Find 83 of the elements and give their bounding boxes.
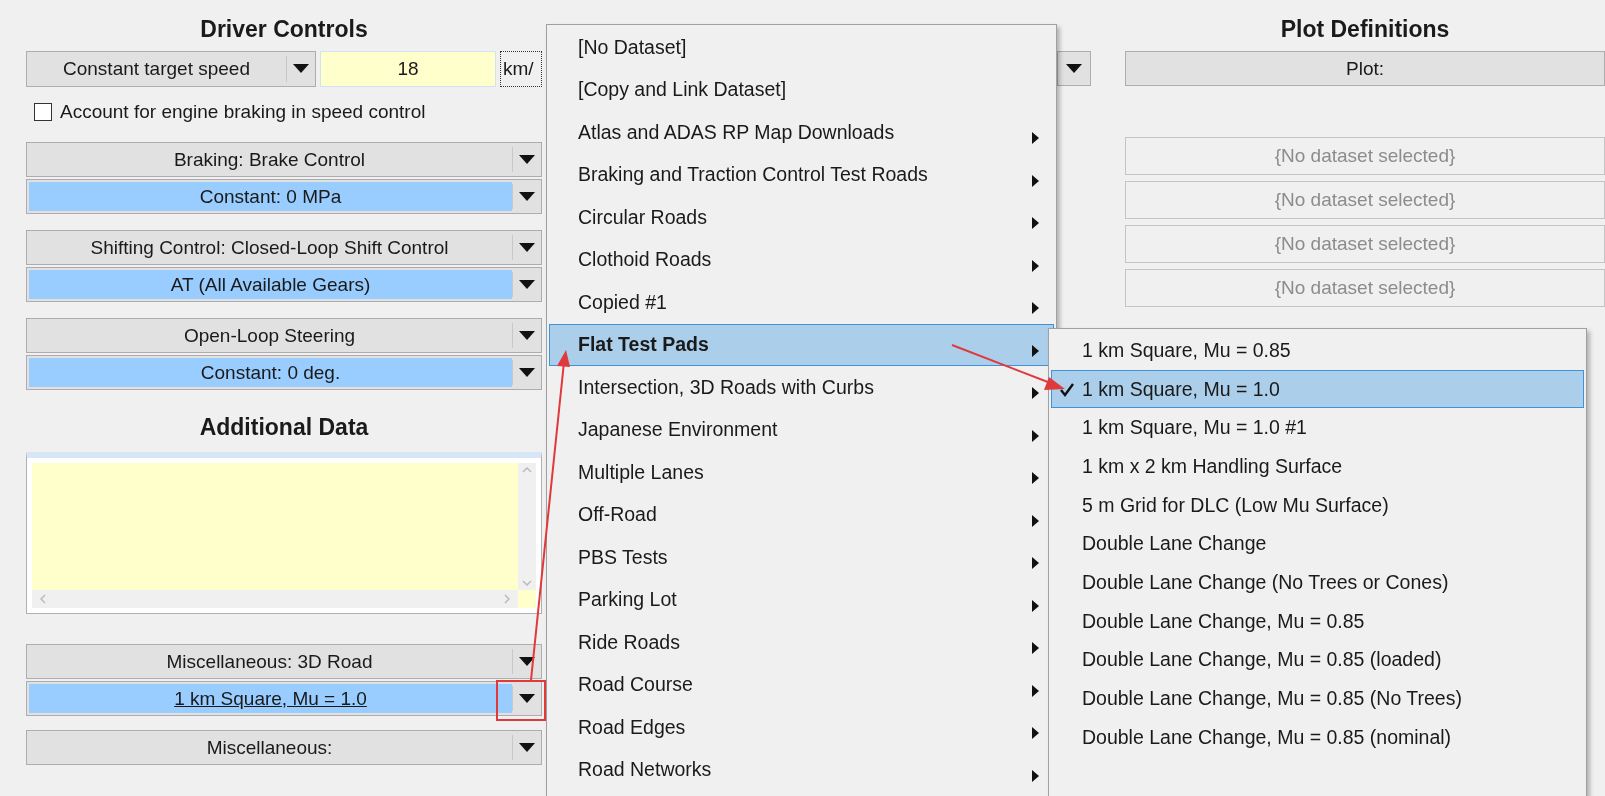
- submenu-arrow-icon: [1032, 217, 1039, 230]
- checkbox[interactable]: [34, 103, 52, 121]
- menu-item[interactable]: Parking Lot: [549, 578, 1054, 621]
- menu-item[interactable]: PBS Tests: [549, 536, 1054, 579]
- menu-item[interactable]: Clothoid Roads: [549, 238, 1054, 281]
- vertical-scrollbar[interactable]: [518, 463, 536, 590]
- submenu-arrow-icon: [1032, 684, 1039, 697]
- menu-item[interactable]: [No Dataset]: [549, 26, 1054, 69]
- menu-item[interactable]: Atlas and ADAS RP Map Downloads: [549, 111, 1054, 154]
- menu-item[interactable]: Flat Test Pads: [549, 323, 1054, 366]
- caret-icon: [519, 242, 535, 253]
- menu-item[interactable]: Copied #1: [549, 281, 1054, 324]
- menu-item[interactable]: Japanese Environment: [549, 408, 1054, 451]
- notes-textarea[interactable]: [26, 452, 542, 614]
- submenu-arrow-icon: [1032, 132, 1039, 145]
- caret-icon: [519, 191, 535, 202]
- mode-dropdown[interactable]: Constant target speed: [26, 51, 316, 87]
- dataset-dropdown[interactable]: 1 km Square, Mu = 1.0: [26, 681, 542, 716]
- submenu-arrow-icon: [1032, 429, 1039, 442]
- horizontal-scrollbar[interactable]: [32, 590, 518, 608]
- menu-item[interactable]: 5 m Grid for DLC (Low Mu Surface): [1051, 485, 1584, 525]
- dataset-dropdown[interactable]: Constant: 0 deg.: [26, 355, 542, 390]
- menu-item[interactable]: Ride Roads: [549, 621, 1054, 664]
- menu-item[interactable]: 1 km x 2 km Handling Surface: [1051, 447, 1584, 486]
- caret-icon: [519, 367, 535, 378]
- menu-item[interactable]: Road Networks: [549, 748, 1054, 791]
- submenu-arrow-icon: [1032, 472, 1039, 485]
- scroll-right-icon[interactable]: [504, 594, 510, 604]
- menu-item[interactable]: Road Edges: [549, 706, 1054, 749]
- menu-item[interactable]: 1 km Square, Mu = 1.0 #1: [1051, 408, 1584, 448]
- dropdown-button[interactable]: [1057, 51, 1091, 86]
- submenu-arrow-icon: [1032, 769, 1039, 782]
- category-dropdown[interactable]: Shifting Control: Closed-Loop Shift Control: [26, 230, 542, 265]
- caret-icon: [519, 279, 535, 290]
- dataset-dropdown[interactable]: Constant: 0 MPa: [26, 179, 542, 214]
- caret-icon: [293, 64, 309, 74]
- checkbox-label: Account for engine braking in speed control: [60, 101, 426, 123]
- submenu-arrow-icon: [1032, 259, 1039, 272]
- caret-icon: [519, 154, 535, 165]
- menu-item[interactable]: 1 km Square, Mu = 0.85: [1051, 331, 1584, 370]
- menu-item[interactable]: 1 km Square, Mu = 1.0: [1051, 369, 1584, 409]
- scroll-left-icon[interactable]: [40, 594, 46, 604]
- menu-item[interactable]: Road Course: [549, 663, 1054, 706]
- menu-item[interactable]: Double Lane Change, Mu = 0.85: [1051, 601, 1584, 641]
- plot-dropdown[interactable]: Plot:: [1125, 51, 1605, 86]
- submenu-arrow-icon: [1032, 344, 1039, 357]
- menu-item[interactable]: Double Lane Change (No Trees or Cones): [1051, 563, 1584, 602]
- menu-item[interactable]: Double Lane Change, Mu = 0.85 (nominal): [1051, 717, 1584, 757]
- caret-icon: [519, 693, 535, 704]
- submenu-arrow-icon: [1032, 514, 1039, 527]
- menu-item[interactable]: [Copy and Link Dataset]: [549, 68, 1054, 111]
- submenu-arrow-icon: [1032, 599, 1039, 612]
- menu-item[interactable]: Double Lane Change, Mu = 0.85 (loaded): [1051, 640, 1584, 680]
- menu-item[interactable]: Off-Road: [549, 493, 1054, 536]
- dataset-dropdown[interactable]: AT (All Available Gears): [26, 267, 542, 302]
- category-dropdown[interactable]: Miscellaneous:: [26, 730, 542, 765]
- caret-icon: [1066, 63, 1082, 74]
- scroll-down-icon[interactable]: [522, 580, 532, 586]
- menu-item[interactable]: Braking and Traction Control Test Roads: [549, 153, 1054, 196]
- caret-icon: [519, 742, 535, 753]
- category-dropdown[interactable]: Miscellaneous: 3D Road: [26, 644, 542, 679]
- section-title: Driver Controls: [200, 15, 368, 44]
- caret-icon: [519, 330, 535, 341]
- menu-item[interactable]: Double Lane Change, Mu = 0.85 (No Trees): [1051, 679, 1584, 718]
- submenu-arrow-icon: [1032, 642, 1039, 655]
- highlight-frame: [496, 680, 546, 721]
- category-dropdown[interactable]: Braking: Brake Control: [26, 142, 542, 177]
- menu-item[interactable]: Circular Roads: [549, 196, 1054, 239]
- submenu-arrow-icon: [1032, 387, 1039, 400]
- submenu-arrow-icon: [1032, 302, 1039, 315]
- section-title: Plot Definitions: [1280, 15, 1450, 44]
- submenu-arrow-icon: [1032, 727, 1039, 740]
- scroll-up-icon[interactable]: [522, 467, 532, 473]
- caret-icon: [519, 656, 535, 667]
- menu-item[interactable]: Multiple Lanes: [549, 451, 1054, 494]
- menu-item[interactable]: Intersection, 3D Roads with Curbs: [549, 366, 1054, 409]
- unit-button[interactable]: km/: [500, 51, 542, 87]
- submenu-arrow-icon: [1032, 557, 1039, 570]
- menu-item[interactable]: Double Lane Change: [1051, 524, 1584, 564]
- category-dropdown[interactable]: Open-Loop Steering: [26, 318, 542, 353]
- section-title: Additional Data: [199, 413, 369, 442]
- speed-field[interactable]: 18: [320, 51, 496, 87]
- submenu-arrow-icon: [1032, 174, 1039, 187]
